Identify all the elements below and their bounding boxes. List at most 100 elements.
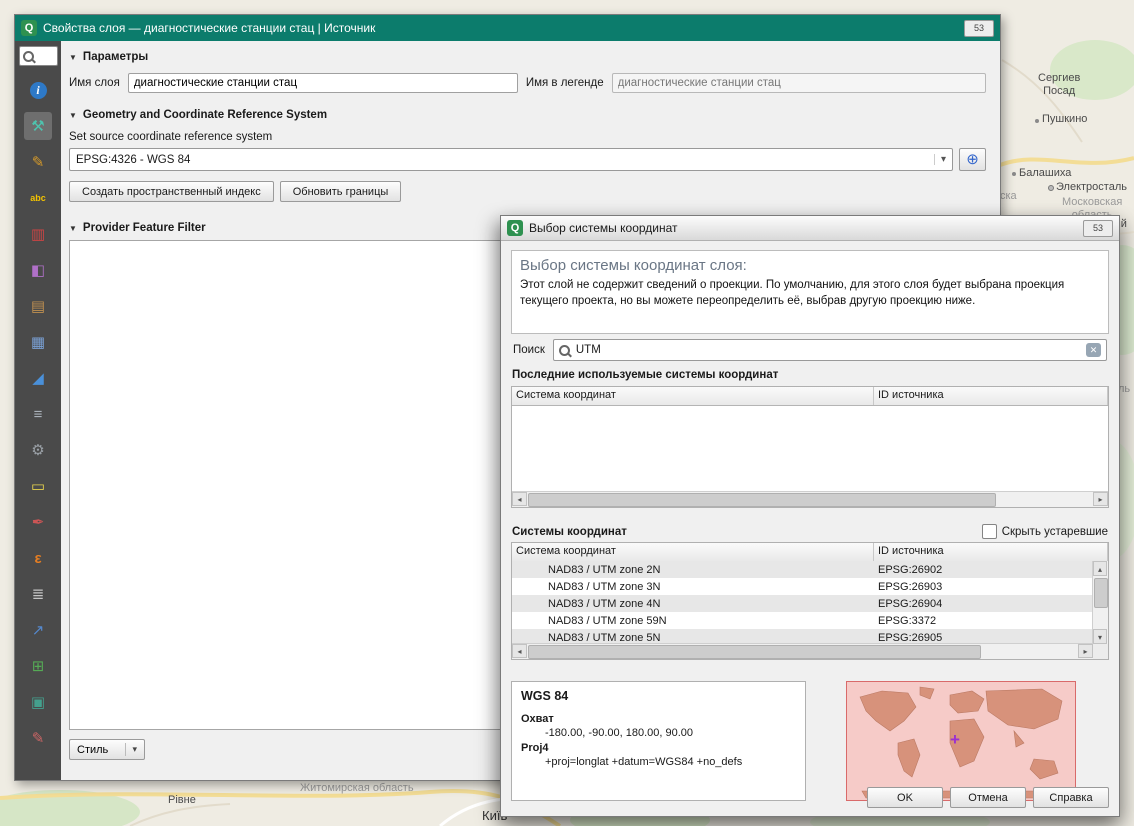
scrollbar-thumb[interactable] — [528, 645, 981, 659]
sidebar-item-joins[interactable]: ◢ — [24, 364, 52, 392]
crs-row[interactable]: NAD83 / UTM zone 59N EPSG:3372 — [512, 612, 1093, 629]
crs-row[interactable]: NAD83 / UTM zone 3N EPSG:26903 — [512, 578, 1093, 595]
crs-row[interactable]: NAD83 / UTM zone 4N EPSG:26904 — [512, 595, 1093, 612]
hide-deprecated-checkbox[interactable]: Скрыть устаревшие — [982, 524, 1108, 539]
crs-name: WGS 84 — [521, 689, 796, 703]
crs-extent-preview: + — [846, 681, 1076, 801]
layer-name-label: Имя слоя — [69, 77, 120, 89]
recent-crs-label: Последние используемые системы координат — [512, 369, 778, 381]
crs-header-description: Этот слой не содержит сведений о проекци… — [520, 278, 1100, 309]
legend-name-input — [612, 73, 986, 93]
map-label-zhytomyr-oblast: Житомирская область — [300, 782, 414, 795]
map-label-rivne: Рівне — [168, 794, 196, 807]
sidebar-item-digitizing[interactable]: ✎ — [24, 724, 52, 752]
cancel-button[interactable]: Отмена — [950, 787, 1026, 808]
crs-row[interactable]: NAD83 / UTM zone 5N EPSG:26905 — [512, 629, 1093, 644]
ok-button[interactable]: OK — [867, 787, 943, 808]
layer-name-input[interactable] — [128, 73, 518, 93]
sidebar-item-3d-view[interactable]: ◧ — [24, 256, 52, 284]
sidebar-item-dependencies[interactable]: ↗ — [24, 616, 52, 644]
clear-search-icon[interactable]: ✕ — [1086, 343, 1101, 357]
sidebar-item-auxiliary-storage[interactable]: ≡ — [24, 400, 52, 428]
joins-icon: ◢ — [32, 371, 44, 386]
chevron-down-icon: ▾ — [934, 154, 946, 165]
crs-picker-button[interactable]: ⊕ — [959, 148, 986, 171]
desktop: Сергиев Посад Пушкино Балашиха Электрост… — [0, 0, 1134, 826]
close-button[interactable]: 53 — [1083, 220, 1113, 237]
properties-sidebar: i ⚒ ✎ abc ▥ ◧ ▤ ▦ ◢ ≡ ⚙ ▭ ✒ ε ≣ ↗ ⊞ ▣ ✎ — [15, 41, 61, 780]
sidebar-item-fields[interactable]: ▤ — [24, 292, 52, 320]
scroll-left-icon[interactable]: ◂ — [512, 644, 527, 658]
column-header-authority-id[interactable]: ID источника — [874, 387, 1108, 405]
sidebar-item-labels[interactable]: abc — [24, 184, 52, 212]
scroll-right-icon[interactable]: ▸ — [1078, 644, 1093, 658]
crs-combobox[interactable]: EPSG:4326 - WGS 84 ▾ — [69, 148, 953, 171]
legend-name-label: Имя в легенде — [526, 77, 604, 89]
crs-dialog-titlebar[interactable]: Q Выбор системы координат 53 — [501, 216, 1119, 241]
actions-icon: ⚙ — [31, 443, 44, 458]
sidebar-item-metadata[interactable]: ≣ — [24, 580, 52, 608]
collapse-arrow-icon: ▼ — [69, 224, 77, 233]
sidebar-item-display[interactable]: ▭ — [24, 472, 52, 500]
set-source-crs-label: Set source coordinate reference system — [69, 131, 986, 143]
sidebar-item-variables[interactable]: ε — [24, 544, 52, 572]
crs-row[interactable]: NAD83 / UTM zone 2N EPSG:26902 — [512, 561, 1093, 578]
map-label-pushkino: Пушкино — [1042, 113, 1087, 126]
sidebar-search-input[interactable] — [19, 46, 58, 66]
horizontal-scrollbar[interactable]: ◂ ▸ — [512, 491, 1108, 507]
proj4-value: +proj=longlat +datum=WGS84 +no_defs — [521, 756, 796, 768]
source-icon: ⚒ — [31, 119, 44, 134]
globe-icon: ⊕ — [966, 152, 979, 167]
hide-deprecated-label: Скрыть устаревшие — [1002, 526, 1108, 538]
extent-value: -180.00, -90.00, 180.00, 90.00 — [521, 727, 796, 739]
scroll-right-icon[interactable]: ▸ — [1093, 492, 1108, 506]
recent-crs-empty-body — [512, 406, 1108, 494]
scroll-up-icon[interactable]: ▴ — [1093, 561, 1107, 576]
crs-table[interactable]: Система координат ID источника NAD83 / U… — [511, 542, 1109, 660]
sidebar-item-rendering[interactable]: ✒ — [24, 508, 52, 536]
column-header-crs[interactable]: Система координат — [512, 387, 874, 405]
recent-crs-table[interactable]: Система координат ID источника ◂ ▸ — [511, 386, 1109, 508]
column-header-authority-id[interactable]: ID источника — [874, 543, 1108, 561]
crs-list-label: Системы координат — [512, 526, 627, 538]
checkbox-icon — [982, 524, 997, 539]
collapse-arrow-icon: ▼ — [69, 53, 77, 62]
extent-rectangle — [846, 681, 1076, 801]
sidebar-item-legend[interactable]: ⊞ — [24, 652, 52, 680]
labels-icon: abc — [30, 194, 46, 203]
layer-properties-titlebar[interactable]: Q Свойства слоя — диагностические станци… — [15, 15, 1000, 41]
collapse-arrow-icon: ▼ — [69, 111, 77, 120]
crs-search-input[interactable]: UTM ✕ — [553, 339, 1107, 361]
auxiliary-storage-icon: ≡ — [34, 407, 43, 422]
section-parameters[interactable]: ▼ Параметры — [69, 51, 986, 63]
create-spatial-index-button[interactable]: Создать пространственный индекс — [69, 181, 274, 202]
crs-header-title: Выбор системы координат слоя: — [520, 257, 1100, 274]
crs-header: Выбор системы координат слоя: Этот слой … — [511, 250, 1109, 334]
scroll-left-icon[interactable]: ◂ — [512, 492, 527, 506]
symbology-icon: ✎ — [32, 155, 45, 170]
close-button[interactable]: 53 — [964, 20, 994, 37]
help-button[interactable]: Справка — [1033, 787, 1109, 808]
sidebar-item-symbology[interactable]: ✎ — [24, 148, 52, 176]
scrollbar-thumb[interactable] — [1094, 578, 1108, 608]
scrollbar-thumb[interactable] — [528, 493, 996, 507]
section-geometry-crs[interactable]: ▼ Geometry and Coordinate Reference Syst… — [69, 109, 986, 121]
column-header-crs[interactable]: Система координат — [512, 543, 874, 561]
sidebar-item-diagrams[interactable]: ▥ — [24, 220, 52, 248]
window-title: Свойства слоя — диагностические станции … — [43, 21, 958, 35]
sidebar-item-actions[interactable]: ⚙ — [24, 436, 52, 464]
scroll-down-icon[interactable]: ▾ — [1093, 629, 1107, 644]
vertical-scrollbar[interactable]: ▴ ▾ — [1092, 561, 1108, 644]
map-label-balashikha: Балашиха — [1019, 167, 1071, 180]
display-icon: ▭ — [31, 479, 45, 494]
sidebar-item-source[interactable]: ⚒ — [24, 112, 52, 140]
sidebar-item-qgis-server[interactable]: ▣ — [24, 688, 52, 716]
diagrams-icon: ▥ — [31, 227, 45, 242]
sidebar-item-information[interactable]: i — [24, 76, 52, 104]
update-extents-button[interactable]: Обновить границы — [280, 181, 402, 202]
scrollbar-corner — [1093, 644, 1108, 659]
sidebar-item-attributes-form[interactable]: ▦ — [24, 328, 52, 356]
qgis-logo-icon: Q — [21, 20, 37, 36]
style-button[interactable]: Стиль ▾ — [69, 739, 145, 760]
horizontal-scrollbar[interactable]: ◂ ▸ — [512, 643, 1093, 659]
